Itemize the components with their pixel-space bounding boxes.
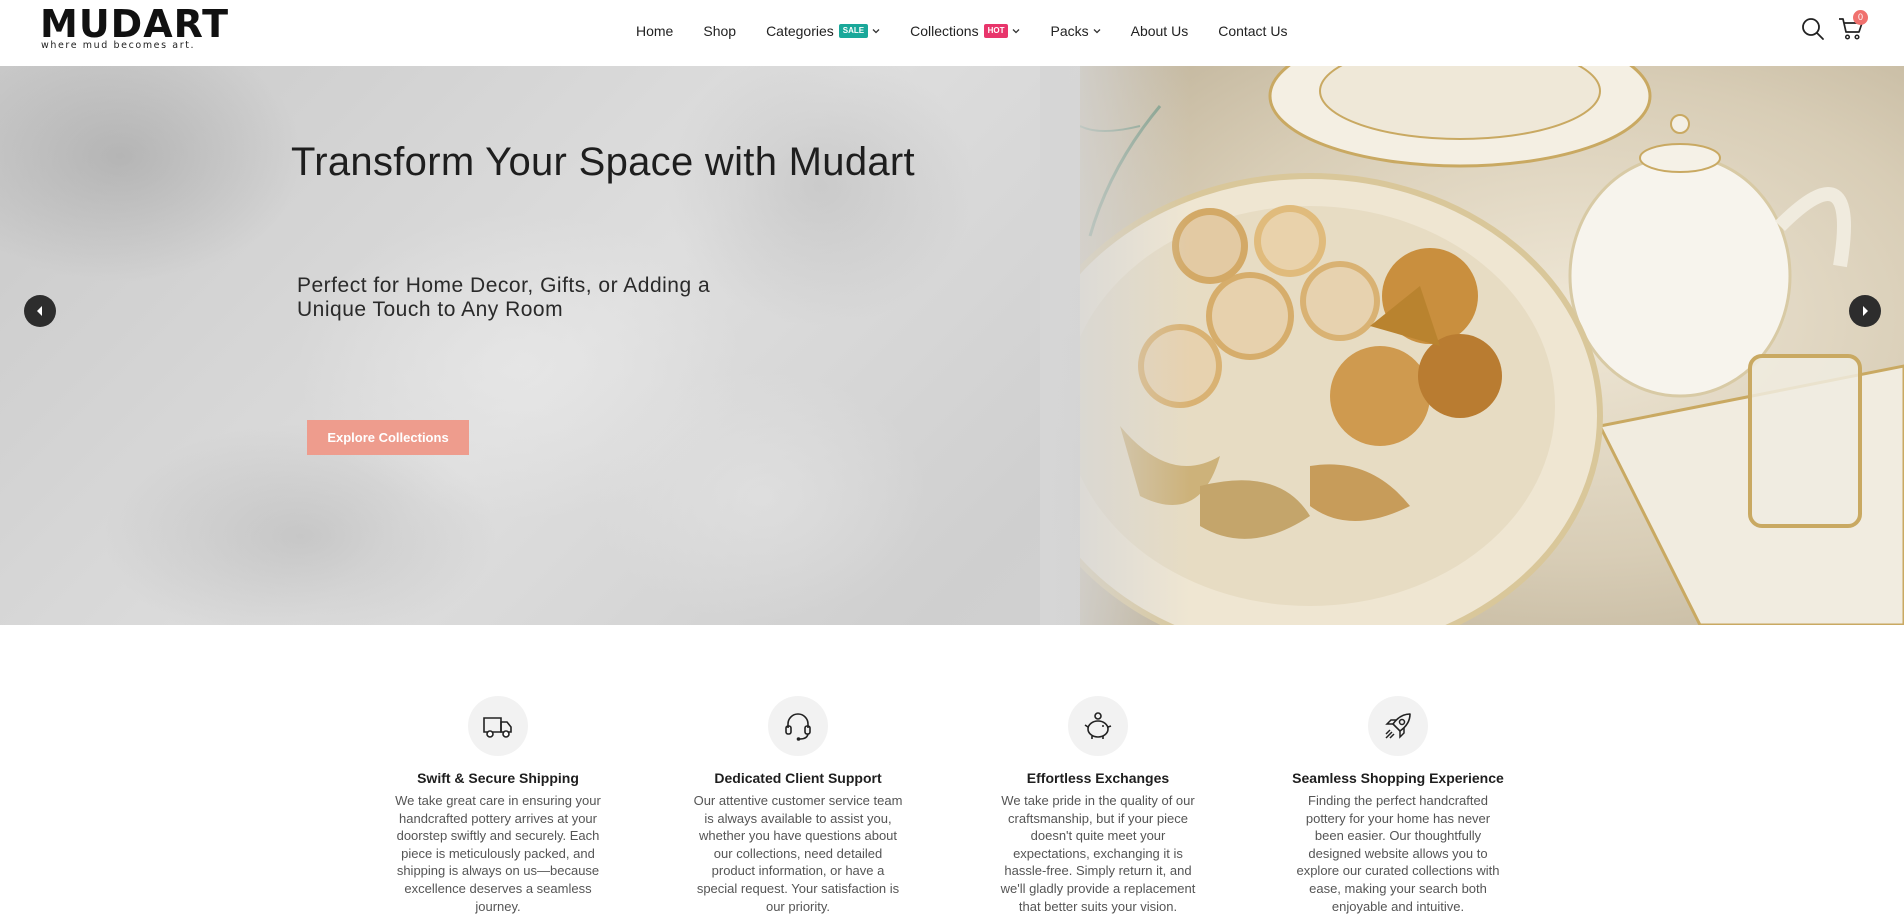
feature-card: Seamless Shopping Experience Finding the… bbox=[1278, 696, 1518, 914]
logo-wordmark: MUDART bbox=[40, 2, 230, 46]
hero-subtitle: Perfect for Home Decor, Gifts, or Adding… bbox=[297, 274, 711, 321]
nav-item-collections[interactable]: Collections HOT bbox=[910, 23, 1020, 39]
hot-badge: HOT bbox=[983, 24, 1009, 38]
chevron-right-icon bbox=[1863, 306, 1868, 316]
nav-item-home[interactable]: Home bbox=[636, 23, 673, 39]
feature-description: We take pride in the quality of our craf… bbox=[1000, 793, 1196, 914]
nav-label: Categories bbox=[766, 23, 834, 39]
headset-icon bbox=[785, 713, 811, 741]
site-header: MUDART where mud becomes art. Home Shop … bbox=[0, 0, 1904, 67]
logo[interactable]: MUDART where mud becomes art. bbox=[40, 4, 228, 54]
hero-slider: Transform Your Space with Mudart Perfect… bbox=[0, 66, 1904, 625]
slider-next-button[interactable] bbox=[1849, 295, 1881, 327]
sale-badge: SALE bbox=[838, 24, 869, 38]
nav-label: About Us bbox=[1130, 23, 1189, 39]
feature-card: Dedicated Client Support Our attentive c… bbox=[678, 696, 918, 914]
logo-tagline: where mud becomes art. bbox=[41, 40, 196, 51]
search-button[interactable] bbox=[1800, 16, 1826, 42]
feature-title: Seamless Shopping Experience bbox=[1292, 770, 1504, 786]
piggy-bank-icon bbox=[1084, 712, 1112, 739]
truck-icon bbox=[483, 717, 512, 738]
features-row: Swift & Secure Shipping We take great ca… bbox=[378, 696, 1518, 914]
chevron-down-icon bbox=[872, 29, 880, 34]
slider-prev-button[interactable] bbox=[24, 295, 56, 327]
main-nav: Home Shop Categories SALE Collections HO… bbox=[636, 0, 1287, 62]
nav-label: Packs bbox=[1050, 23, 1089, 39]
rocket-icon bbox=[1385, 713, 1411, 739]
header-actions: 0 bbox=[1788, 10, 1868, 42]
feature-icon-circle bbox=[768, 696, 828, 756]
chevron-left-icon bbox=[37, 306, 42, 316]
nav-label: Collections bbox=[910, 23, 979, 39]
feature-description: We take great care in ensuring your hand… bbox=[395, 793, 601, 914]
nav-item-contact-us[interactable]: Contact Us bbox=[1218, 23, 1287, 39]
nav-label: Contact Us bbox=[1218, 23, 1288, 39]
feature-card: Effortless Exchanges We take pride in th… bbox=[978, 696, 1218, 914]
chevron-down-icon bbox=[1093, 29, 1101, 34]
cart-count-badge: 0 bbox=[1853, 10, 1868, 25]
feature-icon-circle bbox=[468, 696, 528, 756]
explore-collections-button[interactable]: Explore Collections bbox=[307, 420, 469, 455]
feature-icon-circle bbox=[1068, 696, 1128, 756]
feature-title: Swift & Secure Shipping bbox=[417, 770, 579, 786]
feature-title: Dedicated Client Support bbox=[714, 770, 882, 786]
nav-item-shop[interactable]: Shop bbox=[703, 23, 736, 39]
feature-card: Swift & Secure Shipping We take great ca… bbox=[378, 696, 618, 914]
nav-label: Home bbox=[636, 23, 674, 39]
hero-title: Transform Your Space with Mudart bbox=[291, 140, 915, 184]
chevron-down-icon bbox=[1013, 29, 1020, 34]
hero-image-fade bbox=[1040, 66, 1190, 625]
nav-item-categories[interactable]: Categories SALE bbox=[766, 23, 880, 39]
cart-button[interactable]: 0 bbox=[1838, 10, 1868, 42]
nav-item-about-us[interactable]: About Us bbox=[1131, 23, 1189, 39]
feature-description: Our attentive customer service team is a… bbox=[693, 793, 903, 914]
nav-item-packs[interactable]: Packs bbox=[1050, 23, 1101, 39]
search-icon bbox=[1802, 18, 1824, 40]
nav-label: Shop bbox=[703, 23, 737, 39]
pastry-bowl-illustration bbox=[1080, 66, 1904, 625]
feature-icon-circle bbox=[1368, 696, 1428, 756]
feature-description: Finding the perfect handcrafted pottery … bbox=[1296, 793, 1500, 914]
feature-title: Effortless Exchanges bbox=[1026, 770, 1170, 786]
